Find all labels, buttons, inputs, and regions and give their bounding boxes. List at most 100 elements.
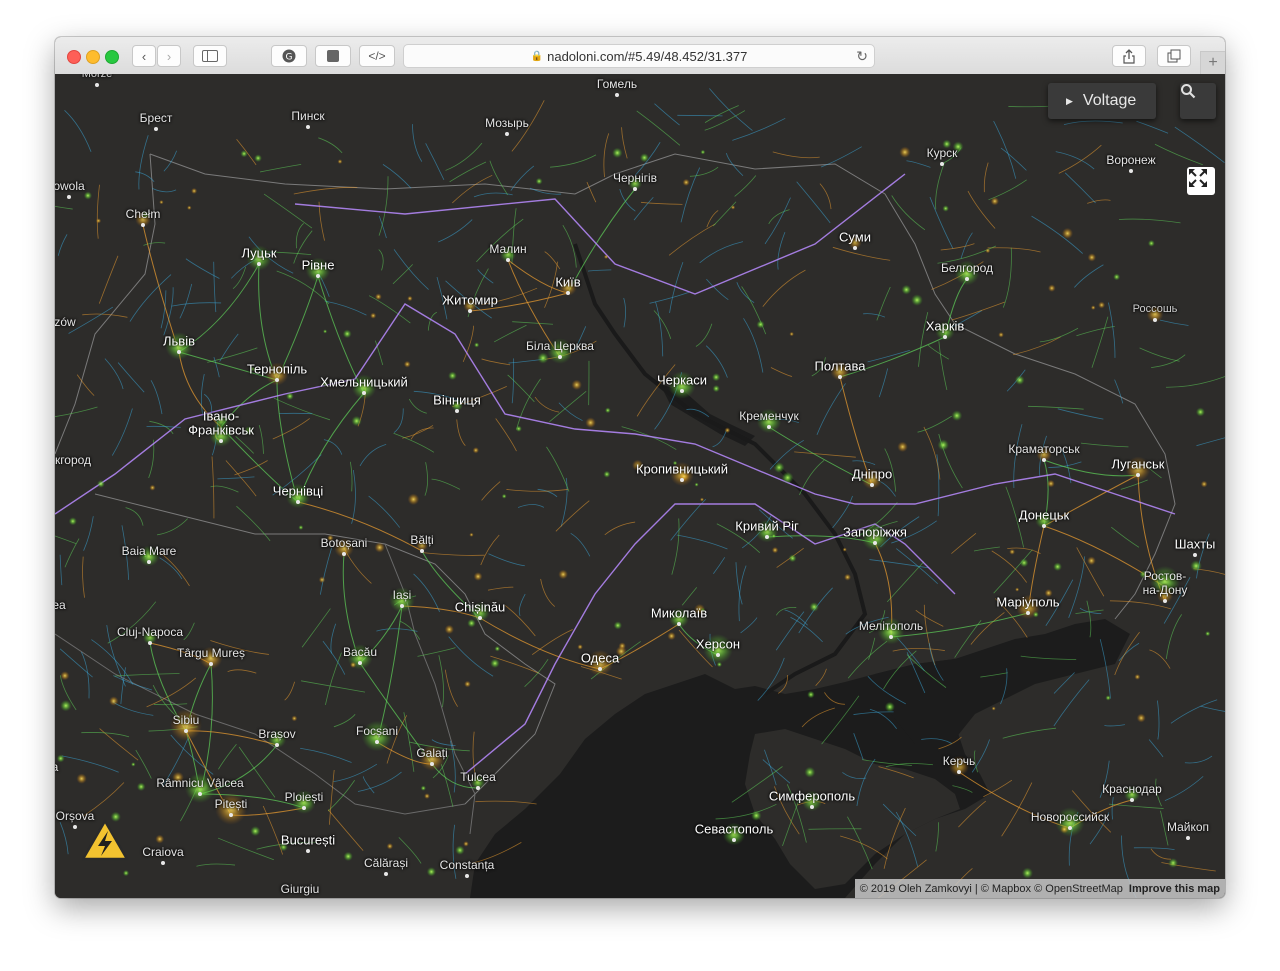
grid-line [135,749,152,779]
city-label: zów [55,315,76,329]
city-label: Полтава [814,358,866,374]
substation-glow [1019,558,1029,568]
substation-glow [603,470,611,478]
grid-line [330,623,337,654]
grid-line [1063,120,1123,126]
grid-line [983,162,989,193]
substation-glow [95,218,102,224]
voltage-legend-button[interactable]: ▶ Voltage [1048,83,1156,119]
grid-line [449,740,456,793]
grid-line [293,186,358,195]
substation-glow [490,658,500,669]
develop-button[interactable]: </> [359,45,395,67]
grid-line [488,553,525,567]
grid-line [670,498,707,541]
minimize-window-button[interactable] [86,50,100,64]
substation-glow [323,329,328,334]
grid-line [886,561,925,603]
city-label: Sibiu [172,713,200,727]
city-label: Маріуполь [996,594,1060,610]
improve-map-link[interactable]: Improve this map [1129,883,1220,895]
grid-line [1148,739,1164,758]
substation-glow [448,371,457,381]
substation-glow [1113,273,1121,281]
grid-line [449,161,487,183]
grid-line [76,374,95,396]
grid-line [125,507,144,526]
substation-glow [756,320,765,329]
substation-glow [990,196,1000,206]
grid-line [322,640,346,675]
search-button[interactable] [1180,83,1216,119]
city-label: Черкаси [656,372,708,388]
substation-glow [455,845,465,855]
substation-glow [403,360,411,368]
zoom-window-button[interactable] [105,50,119,64]
substation-glow [700,149,706,155]
address-bar[interactable]: 🔒 nadoloni.com/#5.49/48.452/31.377 ↻ [403,44,875,68]
grid-line [300,680,366,693]
extension-button[interactable] [315,45,351,67]
substation-glow [1087,556,1096,566]
grid-line [57,234,68,256]
reload-icon[interactable]: ↻ [856,48,868,65]
fullscreen-button[interactable] [1187,167,1215,195]
substation-glow [788,554,797,563]
city-label: Белгород [940,261,994,275]
city-label: Малин [489,242,527,256]
grid-line [378,249,384,271]
city-marker [420,549,424,553]
city-label: Миколаїв [650,605,708,621]
substation-glow [472,447,480,454]
city-label: Râmnicu Vâlcea [156,776,244,790]
city-marker [275,378,279,382]
grid-line [951,533,977,554]
grid-line [392,264,413,285]
substation-glow [68,517,77,526]
grid-line [570,532,591,557]
grid-line [636,110,681,146]
grid-line [1118,218,1181,224]
city-marker [1163,599,1167,603]
grid-line [495,418,517,452]
close-window-button[interactable] [67,50,81,64]
grid-line [1001,782,1033,837]
forward-button[interactable]: › [157,45,181,67]
grid-line [349,461,353,492]
grid-line [213,261,217,313]
grid-line [649,291,690,304]
share-button[interactable] [1112,45,1146,67]
city-marker [505,132,509,136]
grid-line [1170,699,1218,724]
tabs-overview-button[interactable] [1157,45,1191,67]
city-marker [306,849,310,853]
grid-line [1157,700,1160,740]
share-icon [1123,48,1135,64]
extension-grammarly-button[interactable]: G [271,45,307,67]
grid-line [425,143,445,180]
search-icon [1181,84,1196,99]
grid-line [927,344,950,360]
grid-line [440,764,454,807]
city-marker [506,258,510,262]
map-canvas[interactable]: Morze Брест Пинск Мозырь Гомель Курск Воронеж o… [55,74,1225,898]
grid-line [98,255,119,304]
grid-line [1121,835,1131,883]
sidebar-button[interactable] [193,45,227,67]
nadoloni-logo[interactable] [81,818,129,862]
grid-line [1114,379,1124,404]
grid-line [1133,847,1175,850]
back-button[interactable]: ‹ [132,45,156,67]
substation-glow [571,379,582,391]
city-label: Кривий Ріг [735,518,799,534]
city-marker [476,786,480,790]
new-tab-button[interactable]: + [1200,51,1225,74]
city-marker [716,653,720,657]
grid-line [217,837,274,861]
city-marker [384,872,388,876]
city-marker [889,635,893,639]
city-label: Chełm [125,207,161,221]
grid-line [420,551,485,556]
attribution-text[interactable]: © 2019 Oleh Zamkovyi | © Mapbox © OpenSt… [860,883,1123,895]
grid-line [284,681,295,701]
